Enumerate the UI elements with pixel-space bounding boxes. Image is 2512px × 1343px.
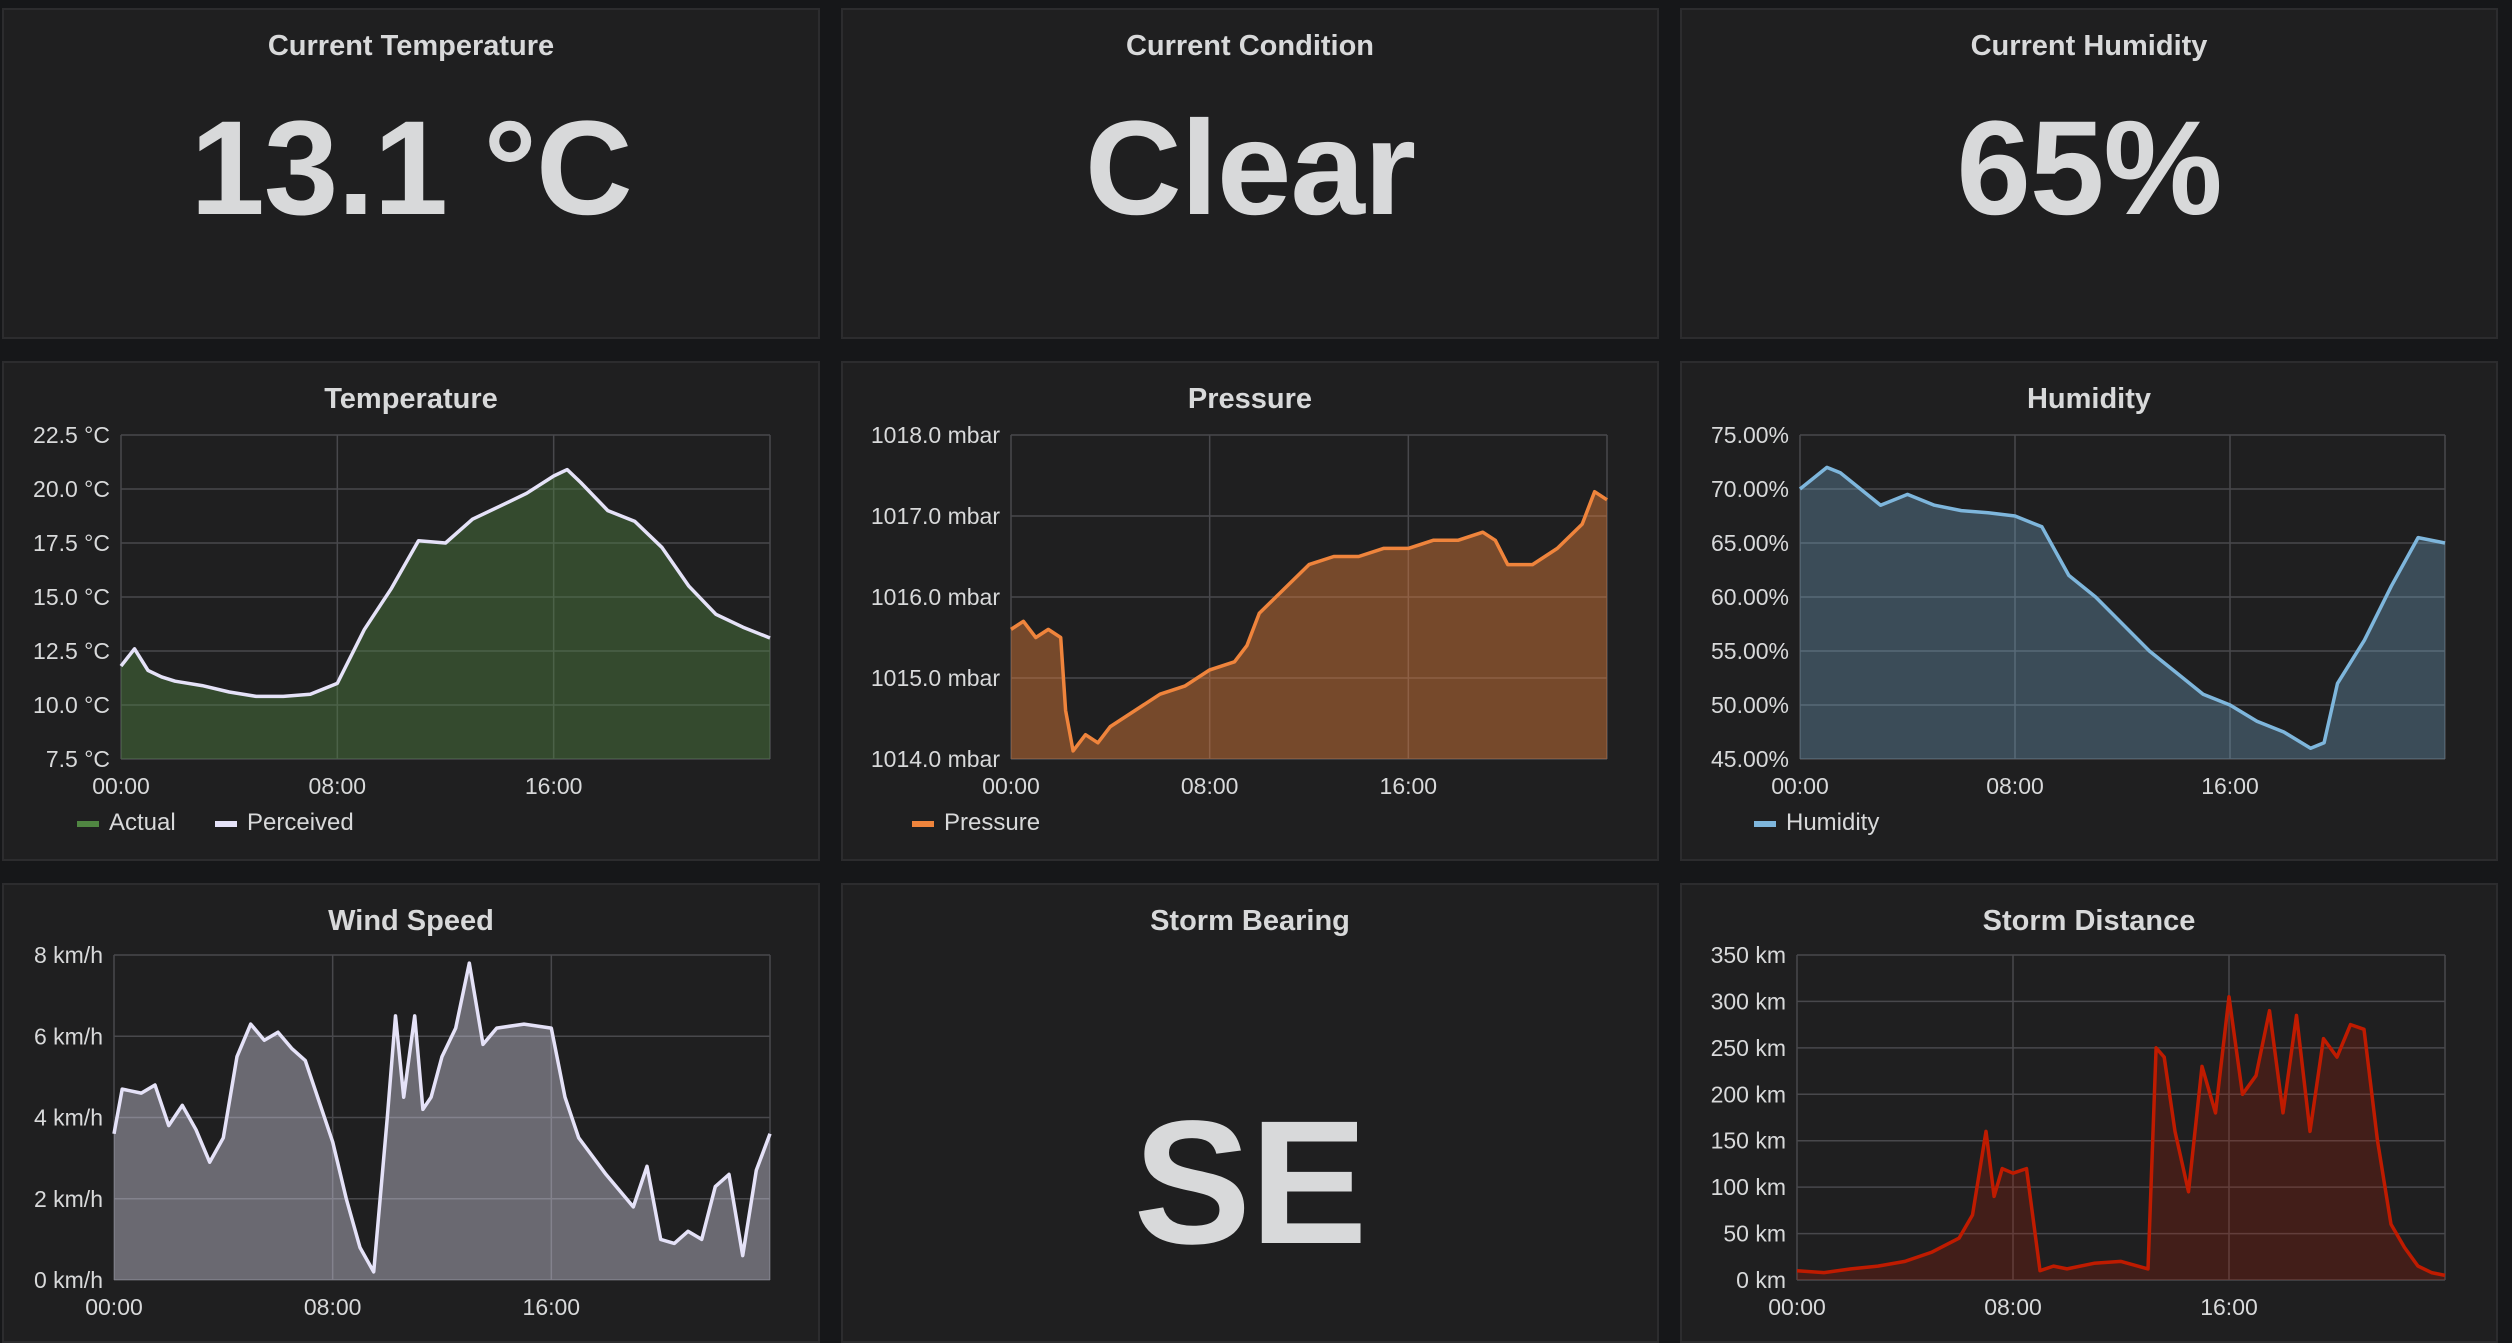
y-tick-label: 22.5 °C (33, 422, 110, 448)
humidity-chart[interactable]: 75.00% 70.00% 65.00% 60.00% 55.00% 50.00% 45.0… (1682, 363, 2496, 859)
current-condition-value: Clear (1084, 94, 1416, 243)
x-tick-label: 08:00 (1984, 1294, 2042, 1320)
temperature-chart[interactable]: 22.5 °C 20.0 °C 17.5 °C 15.0 °C 12.5 °C 10.0 … (4, 363, 818, 859)
y-tick-label: 1018.0 mbar (871, 422, 1000, 448)
y-tick-label: 1015.0 mbar (871, 665, 1000, 691)
x-tick-label: 00:00 (982, 773, 1040, 799)
y-tick-label: 1014.0 mbar (871, 746, 1000, 772)
y-tick-label: 1016.0 mbar (871, 584, 1000, 610)
panel-title[interactable]: Storm Bearing (843, 905, 1657, 938)
y-tick-label: 8 km/h (34, 942, 103, 968)
y-tick-label: 50.00% (1711, 692, 1789, 718)
y-tick-label: 100 km (1711, 1174, 1786, 1200)
current-humidity-value: 65% (1956, 94, 2222, 243)
current-temperature-panel: Current Temperature 13.1 °C (2, 8, 820, 339)
y-tick-label: 150 km (1711, 1128, 1786, 1154)
x-tick-label: 16:00 (525, 773, 583, 799)
legend-label[interactable]: Humidity (1786, 809, 1879, 836)
x-tick-label: 00:00 (1771, 773, 1829, 799)
legend-swatch (1754, 821, 1776, 827)
y-tick-label: 65.00% (1711, 530, 1789, 556)
temperature-panel: Temperature 22.5 °C 20.0 °C 17.5 °C 15.0 °C… (2, 361, 820, 861)
storm-bearing-panel: Storm Bearing SE (841, 883, 1659, 1343)
current-humidity-panel: Current Humidity 65% (1680, 8, 2498, 339)
x-tick-label: 08:00 (309, 773, 367, 799)
legend-swatch (912, 821, 934, 827)
x-tick-label: 16:00 (2200, 1294, 2258, 1320)
y-tick-label: 1017.0 mbar (871, 503, 1000, 529)
x-tick-label: 00:00 (85, 1294, 143, 1320)
y-tick-label: 20.0 °C (33, 476, 110, 502)
panel-title[interactable]: Current Temperature (4, 30, 818, 63)
y-tick-label: 2 km/h (34, 1186, 103, 1212)
x-tick-label: 08:00 (1181, 773, 1239, 799)
y-tick-label: 4 km/h (34, 1105, 103, 1131)
legend-label[interactable]: Actual (109, 809, 176, 836)
legend-swatch (77, 821, 99, 827)
storm-distance-panel: Storm Distance 350 km 300 km 250 km 200 km 1… (1680, 883, 2498, 1343)
y-tick-label: 70.00% (1711, 476, 1789, 502)
series-area-wind-speed (114, 963, 770, 1280)
x-tick-label: 00:00 (92, 773, 150, 799)
y-tick-label: 10.0 °C (33, 692, 110, 718)
y-tick-label: 300 km (1711, 988, 1786, 1014)
legend-label[interactable]: Pressure (944, 809, 1040, 836)
series-area-actual (121, 469, 770, 759)
y-tick-label: 200 km (1711, 1081, 1786, 1107)
storm-distance-chart[interactable]: 350 km 300 km 250 km 200 km 150 km 100 km 50 k… (1682, 885, 2496, 1341)
y-tick-label: 250 km (1711, 1035, 1786, 1061)
y-tick-label: 350 km (1711, 942, 1786, 968)
y-tick-label: 15.0 °C (33, 584, 110, 610)
pressure-chart[interactable]: 1018.0 mbar 1017.0 mbar 1016.0 mbar 1015.0 … (843, 363, 1657, 859)
y-tick-label: 6 km/h (34, 1023, 103, 1049)
panel-title[interactable]: Current Condition (843, 30, 1657, 63)
y-tick-label: 55.00% (1711, 638, 1789, 664)
series-area-pressure (1011, 491, 1607, 759)
y-tick-label: 0 km/h (34, 1267, 103, 1293)
y-tick-label: 7.5 °C (46, 746, 110, 772)
humidity-panel: Humidity 75.00% 70.00% 65.00% 60.00% 55.00% 5… (1680, 361, 2498, 861)
pressure-panel: Pressure 1018.0 mbar 1017.0 mbar 1016.0 mb… (841, 361, 1659, 861)
x-tick-label: 08:00 (304, 1294, 362, 1320)
wind-speed-chart[interactable]: 8 km/h 6 km/h 4 km/h 2 km/h 0 km/h00:00 08:00… (4, 885, 818, 1341)
x-tick-label: 16:00 (523, 1294, 581, 1320)
x-tick-label: 00:00 (1768, 1294, 1826, 1320)
x-tick-label: 08:00 (1986, 773, 2044, 799)
panel-title[interactable]: Current Humidity (1682, 30, 2496, 63)
legend-swatch (215, 821, 237, 827)
y-tick-label: 50 km (1723, 1221, 1786, 1247)
x-tick-label: 16:00 (2201, 773, 2259, 799)
y-tick-label: 60.00% (1711, 584, 1789, 610)
legend-label[interactable]: Perceived (247, 809, 354, 836)
current-condition-panel: Current Condition Clear (841, 8, 1659, 339)
y-tick-label: 17.5 °C (33, 530, 110, 556)
wind-speed-panel: Wind Speed 8 km/h 6 km/h 4 km/h 2 km/h 0 km/… (2, 883, 820, 1343)
y-tick-label: 12.5 °C (33, 638, 110, 664)
series-area-humidity (1800, 467, 2445, 759)
y-tick-label: 0 km (1736, 1267, 1786, 1293)
y-tick-label: 45.00% (1711, 746, 1789, 772)
y-tick-label: 75.00% (1711, 422, 1789, 448)
current-temperature-value: 13.1 °C (190, 94, 632, 243)
series-area-storm-distance (1797, 996, 2445, 1280)
x-tick-label: 16:00 (1380, 773, 1438, 799)
storm-bearing-value: SE (1133, 1085, 1368, 1281)
